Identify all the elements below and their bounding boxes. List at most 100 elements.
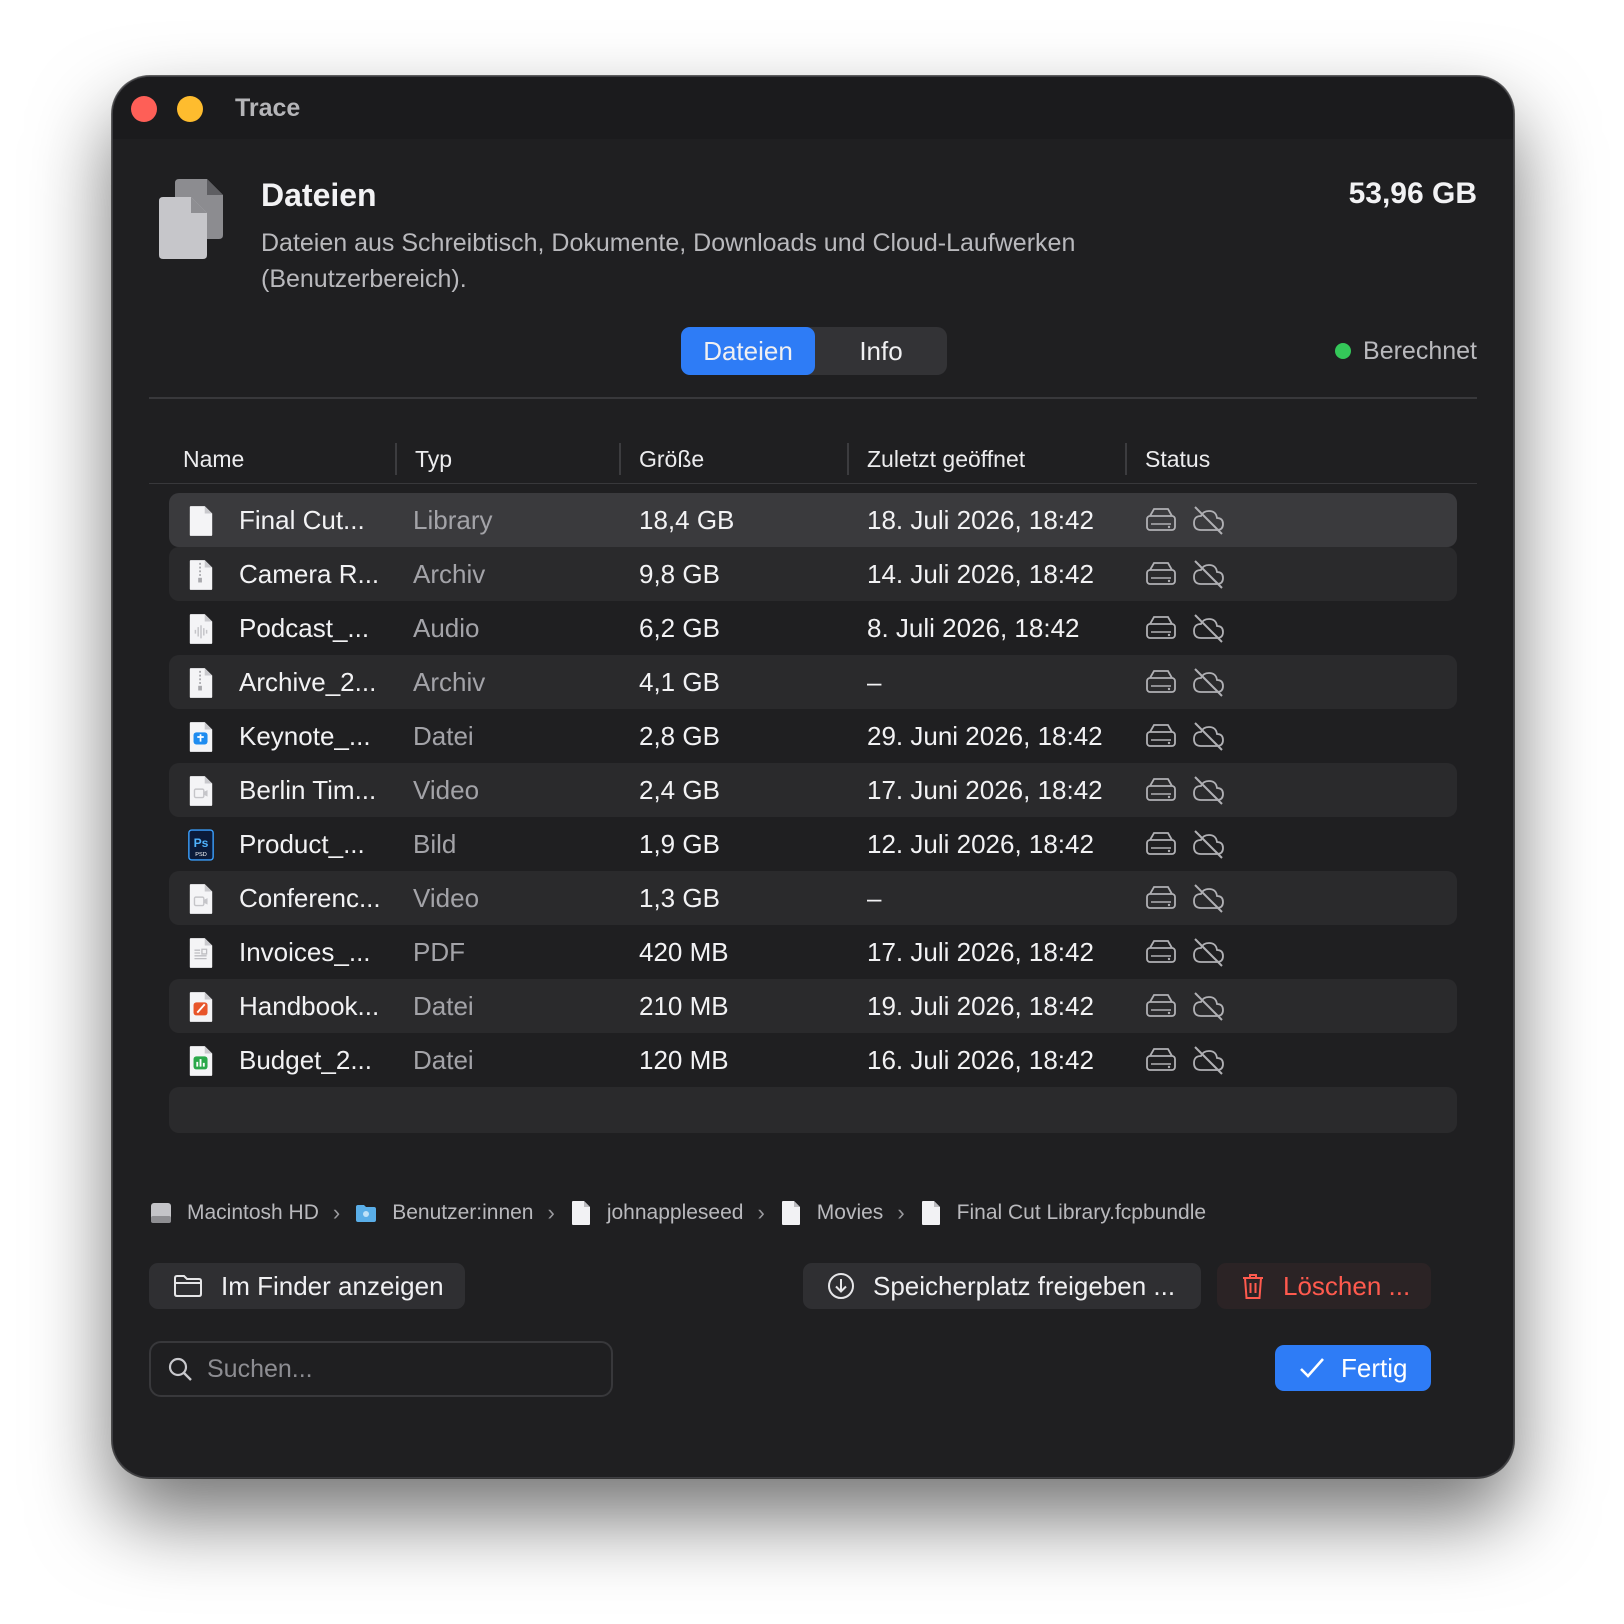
video-file-icon (189, 884, 213, 914)
file-type: Datei (413, 991, 474, 1021)
search-field[interactable] (149, 1341, 613, 1397)
file-name: Final Cut... (239, 505, 365, 535)
section-title: Dateien (261, 177, 377, 213)
file-name: Product_... (239, 829, 365, 859)
breadcrumb-item-benutzer[interactable]: Benutzer:innen (354, 1200, 534, 1226)
file-type: Datei (413, 1045, 474, 1075)
table-row[interactable]: Podcast_... Audio 6,2 GB 8. Juli 2026, 18:4… (169, 601, 1457, 655)
tab-dateien[interactable]: Dateien (681, 327, 815, 375)
breadcrumb-item-macintosh-hd[interactable]: Macintosh HD (149, 1200, 319, 1226)
last-opened: 18. Juli 2026, 18:42 (867, 505, 1094, 535)
close-window-button[interactable] (131, 96, 157, 122)
column-separator[interactable] (395, 443, 397, 475)
file-size: 420 MB (639, 937, 729, 967)
status-indicator: Berechnet (1335, 335, 1477, 367)
file-name: Invoices_... (239, 937, 371, 967)
audio-file-icon (189, 614, 213, 644)
breadcrumb-item-final-cut-library[interactable]: Final Cut Library.fcpbundle (919, 1200, 1206, 1226)
column-separator[interactable] (1125, 443, 1127, 475)
file-size: 6,2 GB (639, 613, 720, 643)
table-row[interactable]: Budget_2... Datei 120 MB 16. Juli 2026, 18:… (169, 1033, 1457, 1087)
last-opened: 19. Juli 2026, 18:42 (867, 991, 1094, 1021)
divider (149, 397, 1477, 399)
section-description: Dateien aus Schreibtisch, Dokumente, Dow… (261, 229, 1076, 293)
checkmark-icon (1300, 1358, 1324, 1378)
file-name: Keynote_... (239, 721, 371, 751)
status-label: Berechnet (1363, 336, 1477, 365)
download-circle-icon (828, 1273, 854, 1299)
table-row[interactable]: Conferenc... Video 1,3 GB – (169, 871, 1457, 925)
pages-file-icon (189, 992, 213, 1022)
chevron-right-icon: › (757, 1200, 765, 1225)
done-button[interactable]: Fertig (1275, 1345, 1431, 1391)
drive-icon (1146, 1048, 1176, 1071)
last-opened: 29. Juni 2026, 18:42 (867, 721, 1103, 751)
table-row[interactable]: Final Cut... Library 18,4 GB 18. Juli 2026,… (169, 493, 1457, 547)
file-size: 4,1 GB (639, 667, 720, 697)
last-opened: 12. Juli 2026, 18:42 (867, 829, 1094, 859)
pdf-file-icon (189, 938, 213, 968)
tab-info[interactable]: Info (815, 327, 947, 375)
cloud-off-icon (1193, 722, 1224, 751)
free-up-space-button[interactable]: Speicherplatz freigeben ... (803, 1263, 1201, 1309)
show-in-finder-button[interactable]: Im Finder anzeigen (149, 1263, 465, 1309)
file-name: Camera R... (239, 559, 380, 589)
last-opened: – (867, 883, 882, 913)
file-size: 2,4 GB (639, 775, 720, 805)
trash-icon (1243, 1274, 1263, 1299)
file-icon (921, 1201, 940, 1225)
column-separator[interactable] (847, 443, 849, 475)
view-segmented-control: Dateien Info (681, 327, 947, 375)
file-type: Archiv (413, 559, 486, 589)
drive-icon (1146, 616, 1176, 639)
table-row[interactable]: Keynote_... Datei 2,8 GB 29. Juni 2026, 18:… (169, 709, 1457, 763)
last-opened: 17. Juni 2026, 18:42 (867, 775, 1103, 805)
file-name: Podcast_... (239, 613, 370, 643)
table-row[interactable]: Camera R... Archiv 9,8 GB 14. Juli 2026, 18… (169, 547, 1457, 601)
drive-icon (1146, 778, 1176, 801)
file-type: Bild (413, 829, 457, 859)
table-empty-row (169, 1087, 1457, 1133)
search-icon (168, 1357, 192, 1381)
table-row[interactable]: Archive_2... Archiv 4,1 GB – (169, 655, 1457, 709)
minimize-window-button[interactable] (177, 96, 203, 122)
file-size: 9,8 GB (639, 559, 720, 589)
hard-drive-icon (151, 1203, 171, 1223)
psd-icon-label: Ps (194, 836, 209, 850)
cloud-off-icon (1193, 992, 1224, 1021)
table-row[interactable]: Ps PSD Product_... Bild 1,9 GB 12. Juli 2026,… (169, 817, 1457, 871)
documents-icon (159, 179, 223, 259)
last-opened: 14. Juli 2026, 18:42 (867, 559, 1094, 589)
cloud-off-icon (1193, 938, 1224, 967)
breadcrumb-item-movies[interactable]: Movies (779, 1200, 883, 1226)
file-size: 1,3 GB (639, 883, 720, 913)
archive-file-icon (189, 668, 213, 698)
status-dot-icon (1335, 343, 1352, 359)
file-name: Budget_2... (239, 1045, 372, 1075)
column-header-type[interactable]: Typ (415, 439, 452, 483)
file-name: Archive_2... (239, 667, 377, 697)
column-header-name[interactable]: Name (183, 439, 244, 483)
chevron-right-icon: › (332, 1200, 341, 1225)
table-row[interactable]: Handbook... Datei 210 MB 19. Juli 2026, 18:… (169, 979, 1457, 1033)
column-header-size[interactable]: Größe (639, 439, 704, 483)
table-row[interactable]: Berlin Tim... Video 2,4 GB 17. Juni 2026, 1… (169, 763, 1457, 817)
column-header-status[interactable]: Status (1145, 439, 1210, 483)
search-input[interactable] (207, 1343, 597, 1395)
breadcrumb: Macintosh HD › Benutzer:innen › johnappl… (149, 1197, 1206, 1229)
cloud-off-icon (1193, 884, 1224, 913)
file-name: Berlin Tim... (239, 775, 377, 805)
delete-button[interactable]: Löschen ... (1217, 1263, 1431, 1309)
table-header: Name Typ Größe Zuletzt geöffnet Status (149, 439, 1477, 484)
breadcrumb-item-johnappleseed[interactable]: johnappleseed (569, 1200, 743, 1226)
column-separator[interactable] (619, 443, 621, 475)
file-name: Handbook... (239, 991, 380, 1021)
drive-icon (1146, 832, 1176, 855)
column-header-last-opened[interactable]: Zuletzt geöffnet (867, 439, 1025, 483)
cloud-off-icon (1193, 776, 1224, 805)
cloud-off-icon (1193, 506, 1224, 535)
file-size: 210 MB (639, 991, 729, 1021)
window-title: Trace (235, 94, 301, 122)
keynote-file-icon (189, 722, 213, 752)
table-row[interactable]: Invoices_... PDF 420 MB 17. Juli 2026, 18:4… (169, 925, 1457, 979)
